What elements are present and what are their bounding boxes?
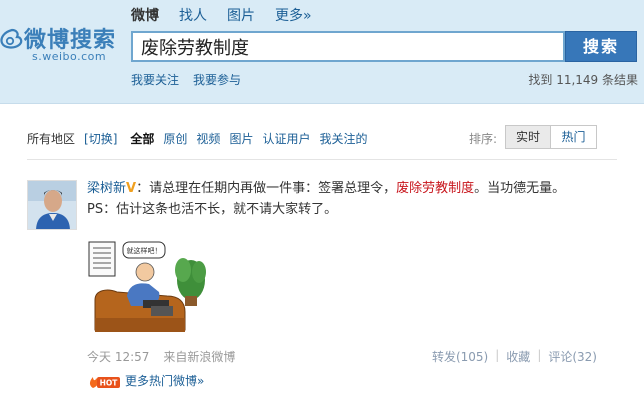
avatar[interactable]: [27, 180, 77, 230]
action-separator: |: [537, 348, 542, 362]
top-nav: 微博 找人 图片 更多»: [131, 5, 312, 24]
hot-badge-text: HOT: [100, 378, 119, 387]
repost-button[interactable]: 转发(105): [432, 348, 488, 365]
post-author-link[interactable]: 梁树新: [87, 181, 126, 196]
filter-all[interactable]: 全部: [130, 130, 154, 147]
cartoon-illustration: 就这样吧！: [87, 240, 209, 340]
divider: [27, 159, 617, 160]
verified-icon: V: [126, 181, 137, 196]
nav-images[interactable]: 图片: [227, 5, 255, 24]
filter-bar: 所有地区 [切换] 全部 原创 视频 图片 认证用户 我关注的: [27, 130, 367, 146]
filter-video[interactable]: 视频: [196, 130, 220, 147]
search-button[interactable]: 搜索: [565, 31, 637, 62]
comment-button[interactable]: 评论(32): [548, 348, 597, 365]
weibo-logo-icon: [0, 28, 23, 49]
logo-domain: s.weibo.com: [32, 50, 107, 63]
sort-label: 排序:: [469, 132, 498, 146]
follow-link[interactable]: 我要关注: [131, 71, 179, 88]
search-header: 微博搜索 s.weibo.com 微博 找人 图片 更多» 搜索 我要关注 我要…: [0, 0, 644, 104]
filter-images[interactable]: 图片: [229, 130, 253, 147]
filter-verified-users[interactable]: 认证用户: [262, 130, 310, 147]
post-text-before: ：请总理在任期内再做一件事：签署总理令，: [136, 181, 397, 196]
filter-original[interactable]: 原创: [163, 130, 187, 147]
filter-following[interactable]: 我关注的: [319, 130, 367, 147]
sort-hot-button[interactable]: 热门: [551, 126, 596, 148]
sort-realtime-button[interactable]: 实时: [506, 126, 551, 148]
nav-more[interactable]: 更多»: [275, 5, 312, 24]
hot-flame-icon: HOT: [87, 373, 121, 389]
participate-link[interactable]: 我要参与: [193, 71, 241, 88]
bubble-text: 就这样吧！: [127, 246, 162, 255]
nav-find-people[interactable]: 找人: [179, 5, 207, 24]
sort-toggle: 实时 热门: [505, 125, 597, 149]
avatar-photo: [28, 181, 76, 229]
weibo-search-logo[interactable]: 微博搜索 s.weibo.com: [0, 18, 122, 68]
post-meta: 今天 12:57 来自新浪微博: [87, 348, 235, 365]
search-sublinks: 我要关注 我要参与: [131, 71, 241, 88]
nav-weibo[interactable]: 微博: [131, 5, 159, 24]
post-source: 来自新浪微博: [163, 350, 236, 364]
more-hot-posts[interactable]: HOT 更多热门微博»: [87, 372, 204, 389]
post-keyword-highlight: 废除劳教制度: [396, 181, 475, 196]
favorite-button[interactable]: 收藏: [506, 348, 530, 365]
post-image-thumbnail[interactable]: 就这样吧！: [87, 240, 209, 340]
region-label: 所有地区: [27, 131, 76, 146]
post-content: 梁树新V：请总理在任期内再做一件事：签署总理令，废除劳教制度。当功德无量。PS：…: [87, 178, 587, 220]
post-actions: 转发(105) | 收藏 | 评论(32): [432, 348, 597, 365]
result-count: 找到 11,149 条结果: [528, 73, 638, 87]
more-hot-link[interactable]: 更多热门微博»: [125, 372, 204, 389]
action-separator: |: [495, 348, 500, 362]
post-time[interactable]: 今天 12:57: [87, 348, 149, 365]
search-input[interactable]: [131, 31, 565, 62]
region-switch-link[interactable]: [切换]: [84, 130, 117, 147]
